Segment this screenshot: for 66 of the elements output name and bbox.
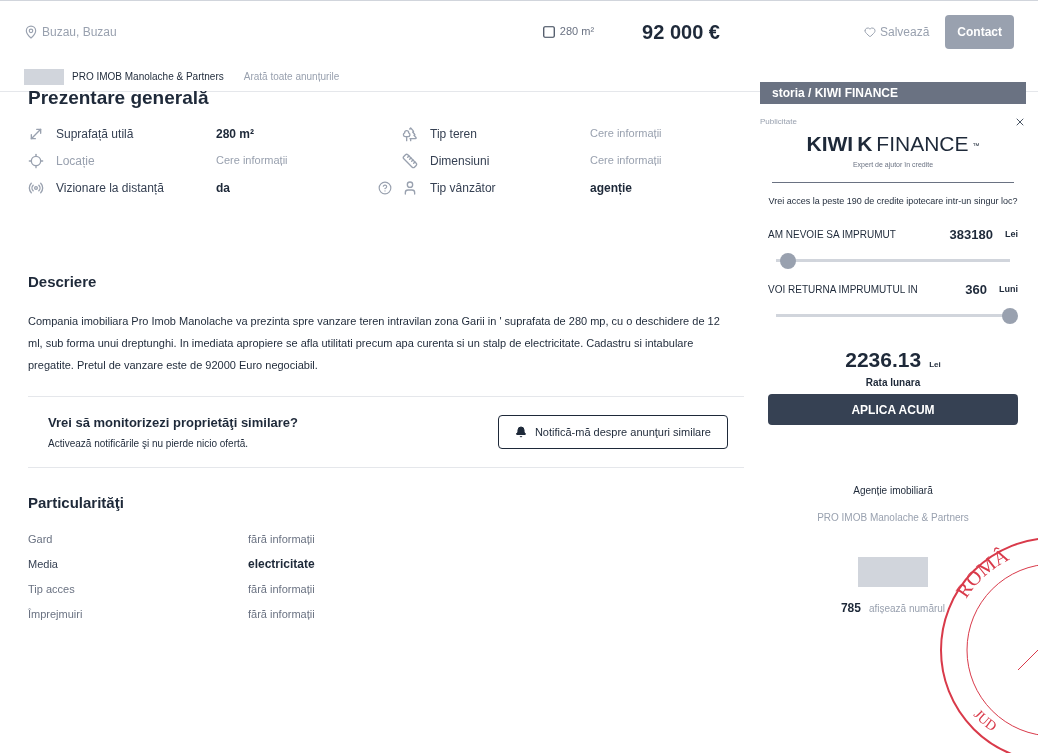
ad-label: Publicitate xyxy=(760,116,798,128)
close-icon[interactable] xyxy=(1014,116,1026,128)
attribute-value: da xyxy=(216,179,230,197)
feature-value: electricitate xyxy=(248,556,315,573)
attribute-label: Vizionare la distanță xyxy=(56,179,165,197)
agency-logo xyxy=(24,68,64,85)
ad-banner: storia / KIWI FINANCE xyxy=(760,82,1026,104)
save-button[interactable]: Salvează xyxy=(863,22,930,41)
slider-label: VOI RETURNA IMPRUMUTUL IN xyxy=(768,283,919,298)
alert-subtitle: Activează notificările şi nu pierde nicio ofertă. xyxy=(48,437,250,451)
phone-number: 785 xyxy=(840,600,861,617)
attribute-value: Cere informații xyxy=(590,153,662,169)
contact-button[interactable]: Contact xyxy=(945,14,1014,49)
slider-thumb[interactable] xyxy=(779,252,796,269)
agent-name: PRO IMOB Manolache & Partners xyxy=(817,511,969,525)
user-icon xyxy=(402,179,418,196)
location-text: Buzau, Buzau xyxy=(42,23,117,41)
section-title: Particularităţi xyxy=(28,493,125,513)
area-icon xyxy=(541,24,556,39)
attribute-label: Tip vânzător xyxy=(430,179,497,197)
rate-unit: Lei xyxy=(929,358,941,371)
tree-icon xyxy=(402,125,418,142)
feature-label: Tip acces xyxy=(28,581,76,597)
slider-thumb[interactable] xyxy=(1002,308,1018,324)
rate-label: Rata lunara xyxy=(865,376,921,390)
notify-button[interactable]: Notifică-mă despre anunţuri similare xyxy=(497,414,728,449)
feature-value: fără informații xyxy=(248,581,315,597)
monthly-rate: 2236.13 xyxy=(845,346,922,373)
apply-button[interactable]: APLICA ACUM xyxy=(768,394,1018,425)
price: 92 000 € xyxy=(642,19,720,45)
help-icon[interactable] xyxy=(378,180,392,195)
section-title: Prezentare generală xyxy=(28,88,210,108)
slider-label: AM NEVOIE SA IMPRUMUT xyxy=(768,227,897,242)
heart-icon xyxy=(863,25,876,38)
feature-label: Gard xyxy=(28,531,54,547)
agent-type: Agenție imobiliară xyxy=(853,484,933,498)
ad-question: Vrei acces la peste 190 de credite ipotecare intr-un singur loc? xyxy=(767,195,1019,208)
feature-value: fără informații xyxy=(248,606,315,622)
attribute-value: Cere informații xyxy=(216,153,288,169)
section-title: Descriere xyxy=(28,272,98,292)
agent-logo xyxy=(858,557,928,587)
feature-label: Media xyxy=(28,556,59,572)
attribute-label: Suprafață utilă xyxy=(56,125,135,143)
attribute-value: agenție xyxy=(590,179,632,197)
target-icon xyxy=(28,152,44,169)
slider-unit: Luni xyxy=(999,283,1018,296)
show-number-link[interactable]: afișează numărul xyxy=(868,601,946,616)
attribute-label: Locație xyxy=(56,152,96,170)
alert-title: Vrei să monitorizezi proprietăţi similare? xyxy=(48,413,299,432)
description-paragraph: Compania imobiliara Pro Imob Manolache va prezinta spre vanzare teren intravilan zona Garii in ' suprafata de 280 mp, cu o deschidere de 12 ml, sub forma unui dreptunghi. In imediata apropiere se afla utilitati precum apa curenta si un stalp de electricitate. Cadastru si intabulare pregatite. Pretul de vanzare este de 92000 Euro negociabil. xyxy=(28,313,721,373)
slider-unit: Lei xyxy=(1005,227,1018,241)
bell-icon xyxy=(514,425,527,438)
attribute-label: Tip teren xyxy=(430,125,478,143)
area-text: 280 m² xyxy=(559,24,595,40)
location-pin-icon xyxy=(24,24,38,39)
kiwi-finance-logo: KIWI K FINANCE $^{™}$ xyxy=(806,131,980,157)
attribute-label: Dimensiuni xyxy=(430,152,491,170)
all-listings-link[interactable]: Arată toate anunțurile xyxy=(243,69,340,84)
feature-label: Împrejmuiri xyxy=(28,606,84,622)
feature-value: fără informații xyxy=(248,531,315,547)
slider-value: 360 xyxy=(965,281,987,299)
attribute-value: Cere informații xyxy=(590,126,662,142)
agency-name: PRO IMOB Manolache & Partners xyxy=(72,70,224,84)
attribute-value: 280 m² xyxy=(216,125,255,143)
ruler-icon xyxy=(402,152,418,169)
slider-value: 383180 xyxy=(949,225,993,244)
